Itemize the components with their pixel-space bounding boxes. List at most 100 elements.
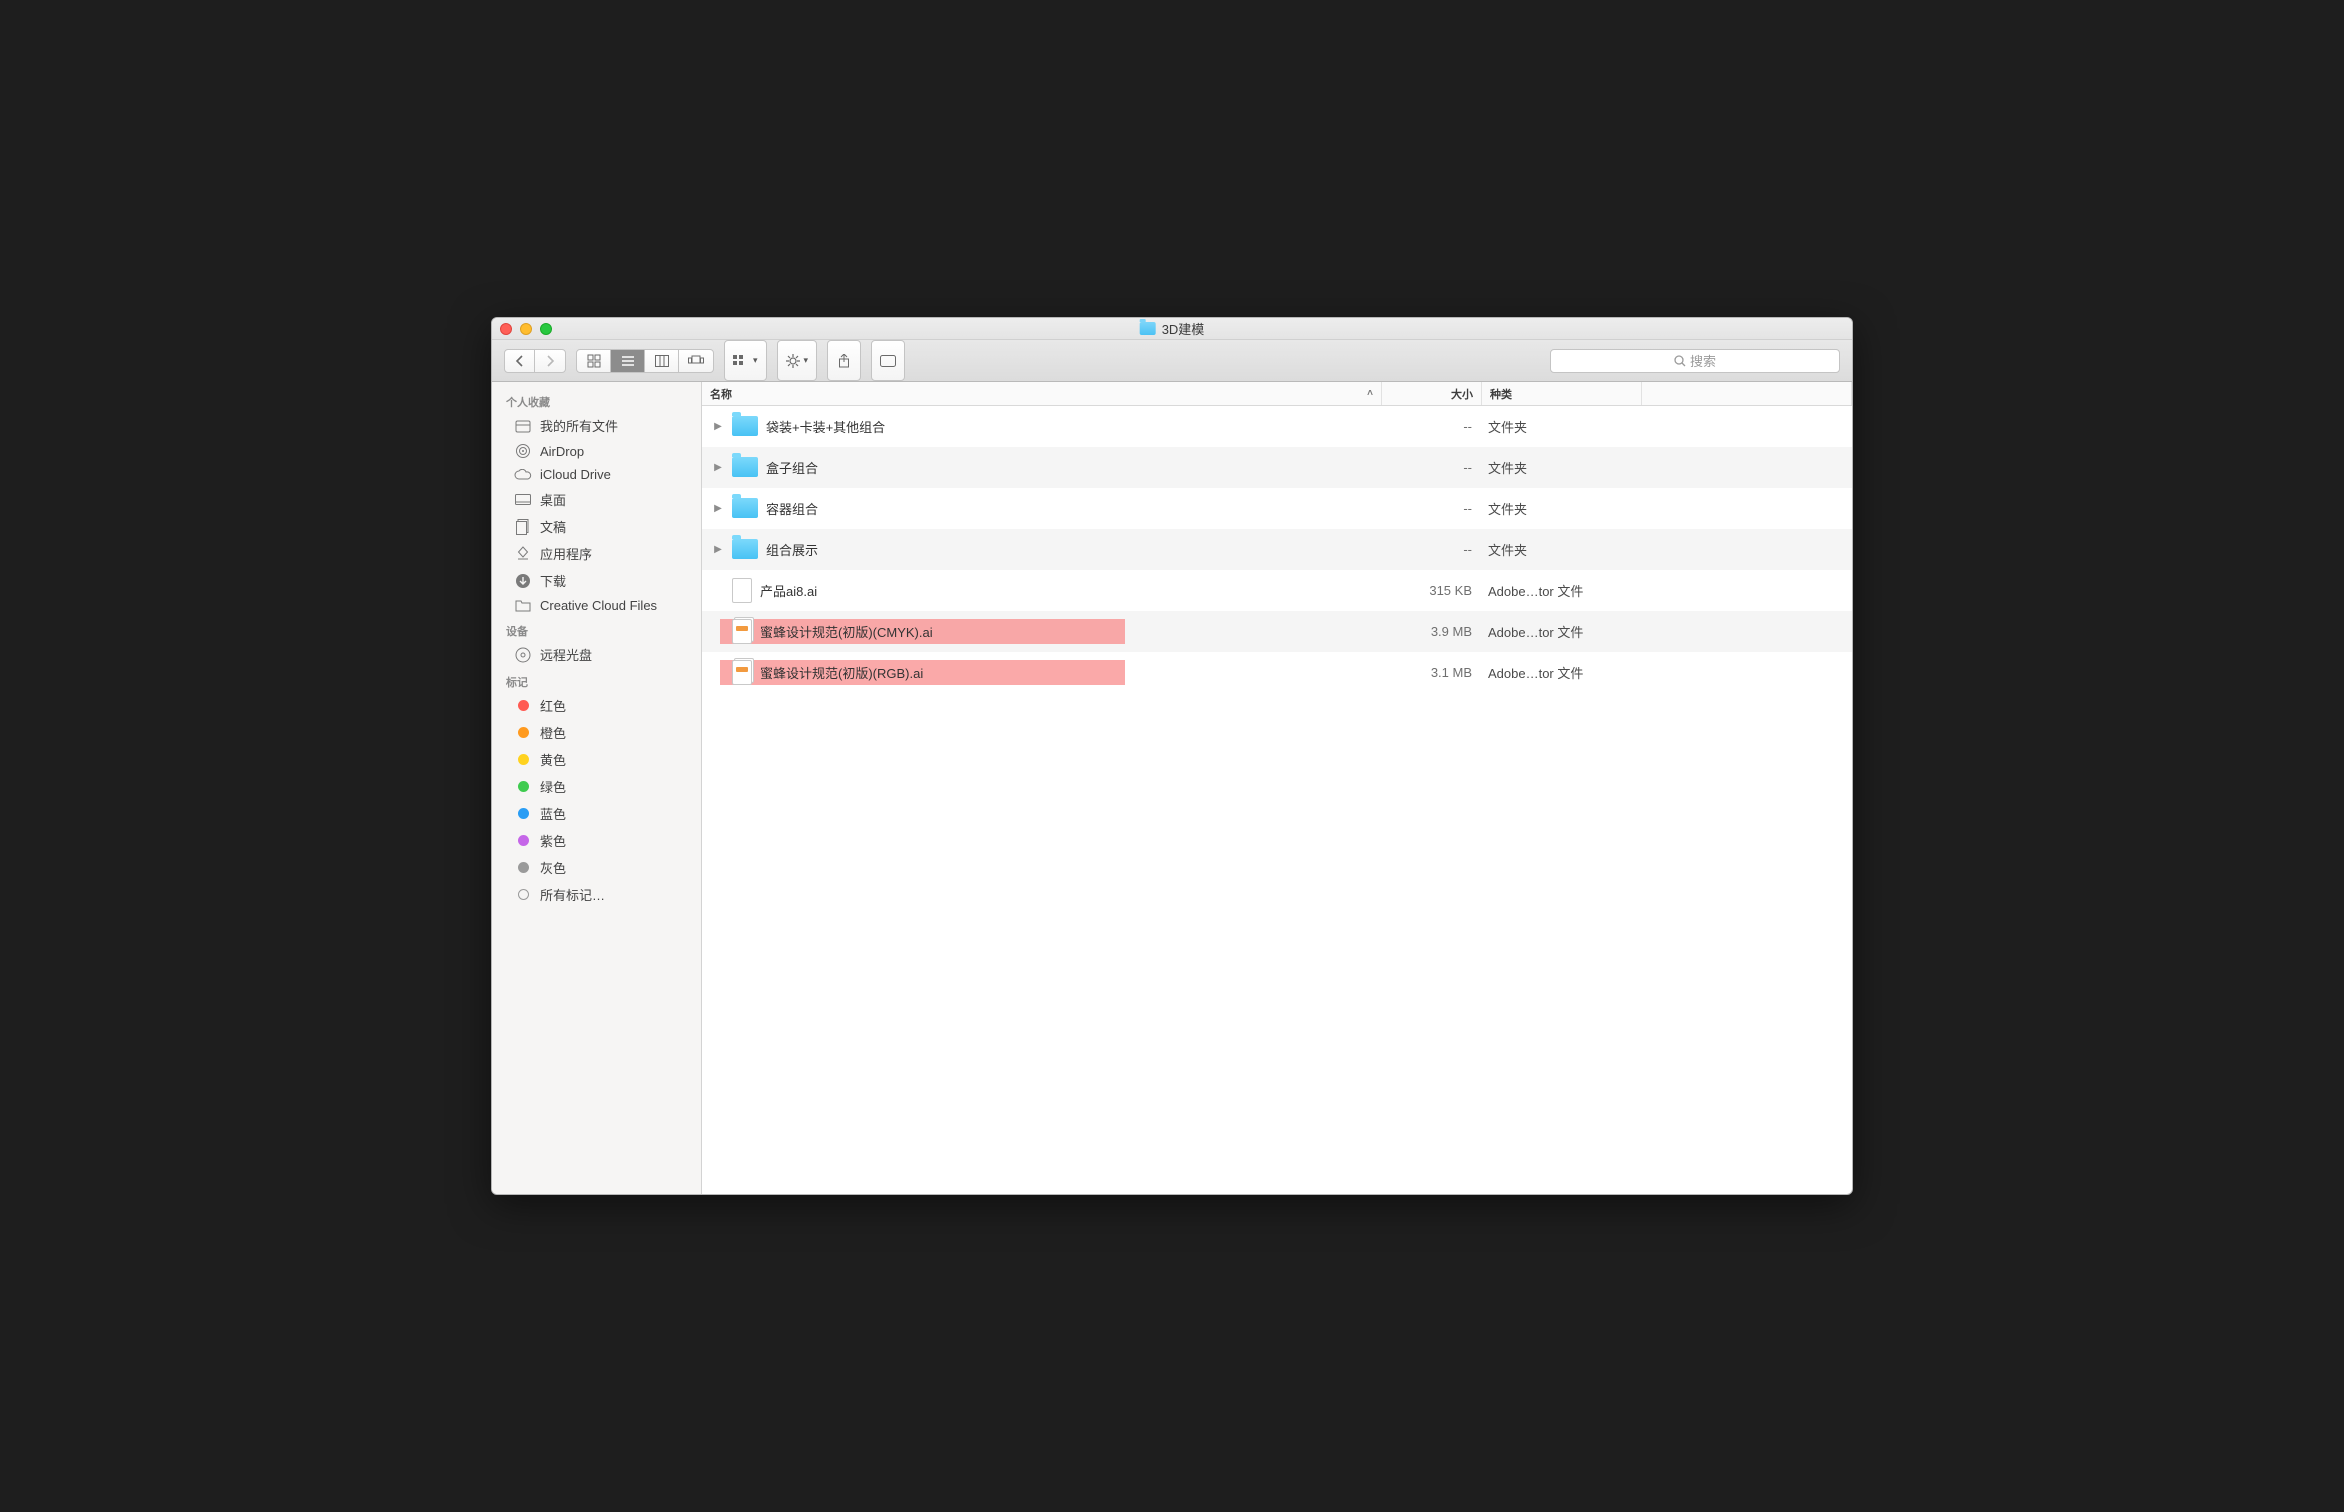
arrange-icon bbox=[733, 355, 749, 367]
column-kind[interactable]: 种类 bbox=[1482, 382, 1642, 405]
titlebar: 3D建模 bbox=[492, 318, 1852, 340]
gallery-view-button[interactable] bbox=[679, 350, 713, 372]
file-name-cell: ▶组合展示 bbox=[702, 539, 1382, 559]
folder-icon bbox=[732, 416, 758, 436]
disclosure-triangle-icon[interactable]: ▶ bbox=[712, 462, 724, 473]
sidebar-tag-all[interactable]: 所有标记… bbox=[492, 881, 701, 908]
sidebar-item-label: 绿色 bbox=[540, 777, 566, 796]
sidebar-item-label: 蓝色 bbox=[540, 804, 566, 823]
sidebar-item-label: iCloud Drive bbox=[540, 467, 611, 482]
file-name-label: 盒子组合 bbox=[766, 458, 818, 477]
applications-icon bbox=[514, 546, 532, 562]
file-row[interactable]: ▶组合展示--文件夹 bbox=[702, 529, 1852, 570]
file-kind-cell: Adobe…tor 文件 bbox=[1482, 663, 1642, 682]
file-rows: ▶袋装+卡装+其他组合--文件夹▶盒子组合--文件夹▶容器组合--文件夹▶组合展… bbox=[702, 406, 1852, 1194]
file-kind-cell: Adobe…tor 文件 bbox=[1482, 581, 1642, 600]
disclosure-triangle-icon[interactable]: ▶ bbox=[712, 421, 724, 432]
folder-icon bbox=[732, 539, 758, 559]
sidebar-item-airdrop[interactable]: AirDrop bbox=[492, 439, 701, 463]
sidebar-tag-red[interactable]: 红色 bbox=[492, 692, 701, 719]
sidebar-item-documents[interactable]: 文稿 bbox=[492, 513, 701, 540]
sidebar-tag-green[interactable]: 绿色 bbox=[492, 773, 701, 800]
column-extra[interactable] bbox=[1642, 382, 1852, 405]
minimize-button[interactable] bbox=[520, 323, 532, 335]
tag-dot-icon bbox=[514, 754, 532, 765]
file-size-cell: -- bbox=[1382, 460, 1482, 475]
sidebar-item-downloads[interactable]: 下载 bbox=[492, 567, 701, 594]
desktop-icon bbox=[514, 494, 532, 506]
search-field[interactable]: 搜索 bbox=[1550, 349, 1840, 373]
file-icon bbox=[732, 578, 752, 603]
list-view-button[interactable] bbox=[611, 350, 645, 372]
traffic-lights bbox=[500, 323, 552, 335]
folder-icon bbox=[732, 457, 758, 477]
file-list: 名称˄ 大小 种类 ▶袋装+卡装+其他组合--文件夹▶盒子组合--文件夹▶容器组… bbox=[702, 382, 1852, 1194]
column-name-label: 名称 bbox=[710, 386, 732, 402]
arrange-button[interactable]: ▾ bbox=[724, 340, 767, 381]
folder-icon bbox=[732, 498, 758, 518]
file-icon bbox=[732, 619, 752, 644]
sidebar-item-label: 应用程序 bbox=[540, 544, 592, 563]
downloads-icon bbox=[514, 573, 532, 589]
column-headers: 名称 ˄ 大小 种类 bbox=[702, 382, 1852, 406]
finder-window: 3D建模 bbox=[491, 317, 1853, 1195]
sidebar-item-label: 紫色 bbox=[540, 831, 566, 850]
disclosure-triangle-icon[interactable]: ▶ bbox=[712, 544, 724, 555]
file-size-cell: -- bbox=[1382, 419, 1482, 434]
sort-indicator-icon: ˄ bbox=[1367, 388, 1373, 399]
tag-dot-icon bbox=[514, 781, 532, 792]
column-view-button[interactable] bbox=[645, 350, 679, 372]
disc-icon bbox=[514, 647, 532, 663]
sidebar-header-devices: 设备 bbox=[492, 617, 701, 641]
window-body: 个人收藏 我的所有文件 AirDrop iCloud Drive 桌面 文稿 应… bbox=[492, 382, 1852, 1194]
file-name-label: 蜜蜂设计规范(初版)(RGB).ai bbox=[760, 663, 923, 682]
file-row[interactable]: 蜜蜂设计规范(初版)(CMYK).ai3.9 MBAdobe…tor 文件 bbox=[702, 611, 1852, 652]
close-button[interactable] bbox=[500, 323, 512, 335]
zoom-button[interactable] bbox=[540, 323, 552, 335]
file-row[interactable]: ▶ 盒子组合 --文件夹 bbox=[702, 447, 1852, 488]
back-button[interactable] bbox=[505, 350, 535, 372]
file-row[interactable]: ▶袋装+卡装+其他组合--文件夹 bbox=[702, 406, 1852, 447]
file-size-cell: 315 KB bbox=[1382, 583, 1482, 598]
file-name-label: 袋装+卡装+其他组合 bbox=[766, 417, 885, 436]
tag-dot-icon bbox=[514, 727, 532, 738]
sidebar-item-label: 黄色 bbox=[540, 750, 566, 769]
search-icon bbox=[1674, 355, 1686, 367]
sidebar-item-label: Creative Cloud Files bbox=[540, 598, 657, 613]
file-kind-cell: 文件夹 bbox=[1482, 458, 1642, 477]
sidebar-item-remote-disc[interactable]: 远程光盘 bbox=[492, 641, 701, 668]
columns-icon bbox=[655, 355, 669, 367]
column-size[interactable]: 大小 bbox=[1382, 382, 1482, 405]
forward-button[interactable] bbox=[535, 350, 565, 372]
sidebar-item-icloud[interactable]: iCloud Drive bbox=[492, 463, 701, 486]
share-button[interactable] bbox=[827, 340, 861, 381]
sidebar-item-applications[interactable]: 应用程序 bbox=[492, 540, 701, 567]
disclosure-triangle-icon[interactable]: ▶ bbox=[712, 503, 724, 514]
tag-dot-icon bbox=[514, 700, 532, 711]
file-row[interactable]: 产品ai8.ai315 KBAdobe…tor 文件 bbox=[702, 570, 1852, 611]
tags-button[interactable] bbox=[871, 340, 905, 381]
sidebar-tag-gray[interactable]: 灰色 bbox=[492, 854, 701, 881]
sidebar-tag-yellow[interactable]: 黄色 bbox=[492, 746, 701, 773]
action-button[interactable]: ▾ bbox=[777, 340, 818, 381]
file-row[interactable]: ▶容器组合--文件夹 bbox=[702, 488, 1852, 529]
search-placeholder: 搜索 bbox=[1690, 351, 1716, 370]
sidebar-tag-orange[interactable]: 橙色 bbox=[492, 719, 701, 746]
grid-icon bbox=[587, 354, 601, 368]
file-size-cell: 3.1 MB bbox=[1382, 665, 1482, 680]
column-name[interactable]: 名称 ˄ bbox=[702, 382, 1382, 405]
all-files-icon bbox=[514, 419, 532, 433]
file-icon bbox=[732, 660, 752, 685]
sidebar-item-all-files[interactable]: 我的所有文件 bbox=[492, 412, 701, 439]
file-name-cell: 产品ai8.ai bbox=[702, 578, 1382, 603]
file-row[interactable]: 蜜蜂设计规范(初版)(RGB).ai 3.1 MBAdobe…tor 文件 bbox=[702, 652, 1852, 693]
sidebar-tag-purple[interactable]: 紫色 bbox=[492, 827, 701, 854]
sidebar-item-label: 灰色 bbox=[540, 858, 566, 877]
sidebar-tag-blue[interactable]: 蓝色 bbox=[492, 800, 701, 827]
sidebar-item-desktop[interactable]: 桌面 bbox=[492, 486, 701, 513]
folder-icon bbox=[514, 600, 532, 612]
icon-view-button[interactable] bbox=[577, 350, 611, 372]
chevron-left-icon bbox=[515, 355, 524, 367]
sidebar-item-label: 远程光盘 bbox=[540, 645, 592, 664]
sidebar-item-creative-cloud[interactable]: Creative Cloud Files bbox=[492, 594, 701, 617]
